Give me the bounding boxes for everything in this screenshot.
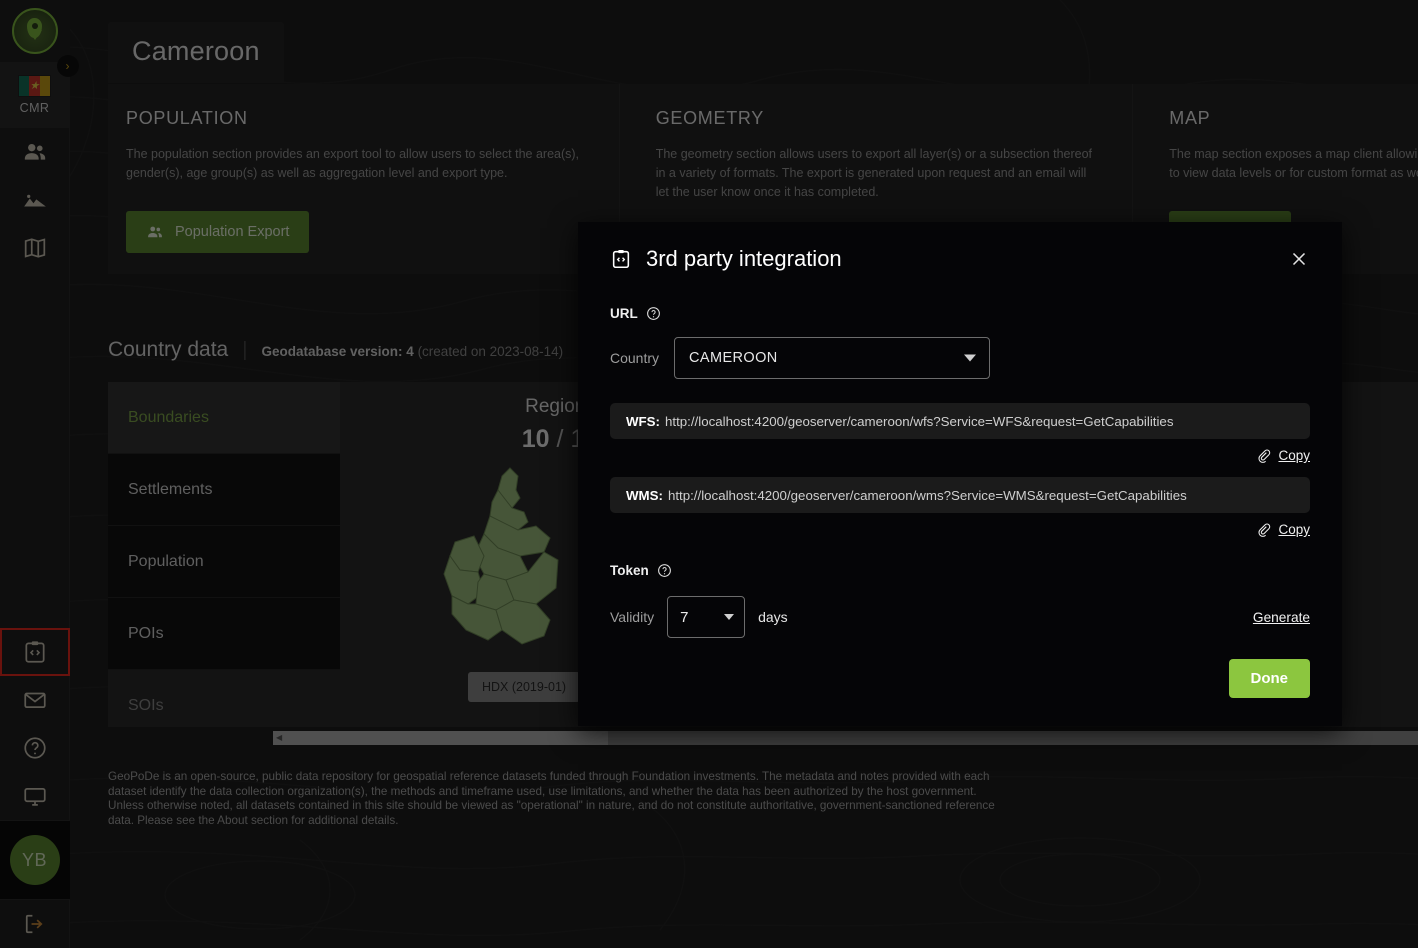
url-section-label-row: URL <box>610 306 1310 321</box>
generate-token-button[interactable]: Generate <box>1253 610 1310 625</box>
url-section-label: URL <box>610 306 638 321</box>
link-icon <box>1258 449 1271 463</box>
days-label: days <box>758 609 788 625</box>
link-icon <box>1258 523 1271 537</box>
validity-row: Validity 7 days Generate <box>610 596 1310 638</box>
token-section-label: Token <box>610 563 649 578</box>
copy-wms-button[interactable]: Copy <box>1256 522 1310 537</box>
token-section-label-row: Token <box>610 563 1310 578</box>
country-label: Country <box>610 350 660 366</box>
done-button[interactable]: Done <box>1228 659 1310 698</box>
help-circle-icon[interactable] <box>646 306 661 321</box>
copy-wfs-button[interactable]: Copy <box>1256 448 1310 463</box>
validity-value: 7 <box>680 608 689 626</box>
clipboard-code-icon <box>610 248 632 270</box>
wfs-copy-row: Copy <box>610 448 1310 463</box>
country-select[interactable]: CAMEROON <box>674 337 991 379</box>
chevron-down-icon <box>964 354 977 362</box>
wfs-url-field[interactable]: WFS: http://localhost:4200/geoserver/cam… <box>610 403 1310 439</box>
chevron-down-icon <box>724 614 735 620</box>
help-circle-icon[interactable] <box>657 563 672 578</box>
country-select-value: CAMEROON <box>689 350 778 366</box>
wfs-url-value: http://localhost:4200/geoserver/cameroon… <box>664 413 1174 429</box>
validity-select[interactable]: 7 <box>667 596 746 638</box>
clipboard-code-glyph <box>612 250 630 269</box>
wms-url-field[interactable]: WMS: http://localhost:4200/geoserver/cam… <box>610 477 1310 513</box>
copy-wms-label: Copy <box>1278 522 1310 537</box>
modal-title: 3rd party integration <box>646 246 842 271</box>
validity-label: Validity <box>610 609 655 625</box>
third-party-integration-modal: 3rd party integration URL Country CAMERO… <box>578 222 1342 726</box>
app-root: › ★ CMR <box>0 0 1418 948</box>
wfs-prefix: WFS: <box>626 413 660 429</box>
wms-copy-row: Copy <box>610 522 1310 537</box>
wms-prefix: WMS: <box>626 487 663 503</box>
close-icon[interactable] <box>1288 248 1310 270</box>
close-x-glyph <box>1292 252 1306 266</box>
modal-actions: Done <box>1228 659 1310 698</box>
country-row: Country CAMEROON <box>610 337 1310 379</box>
wms-url-value: http://localhost:4200/geoserver/cameroon… <box>667 487 1187 503</box>
modal-header: 3rd party integration <box>610 222 1310 296</box>
copy-wfs-label: Copy <box>1278 448 1310 463</box>
